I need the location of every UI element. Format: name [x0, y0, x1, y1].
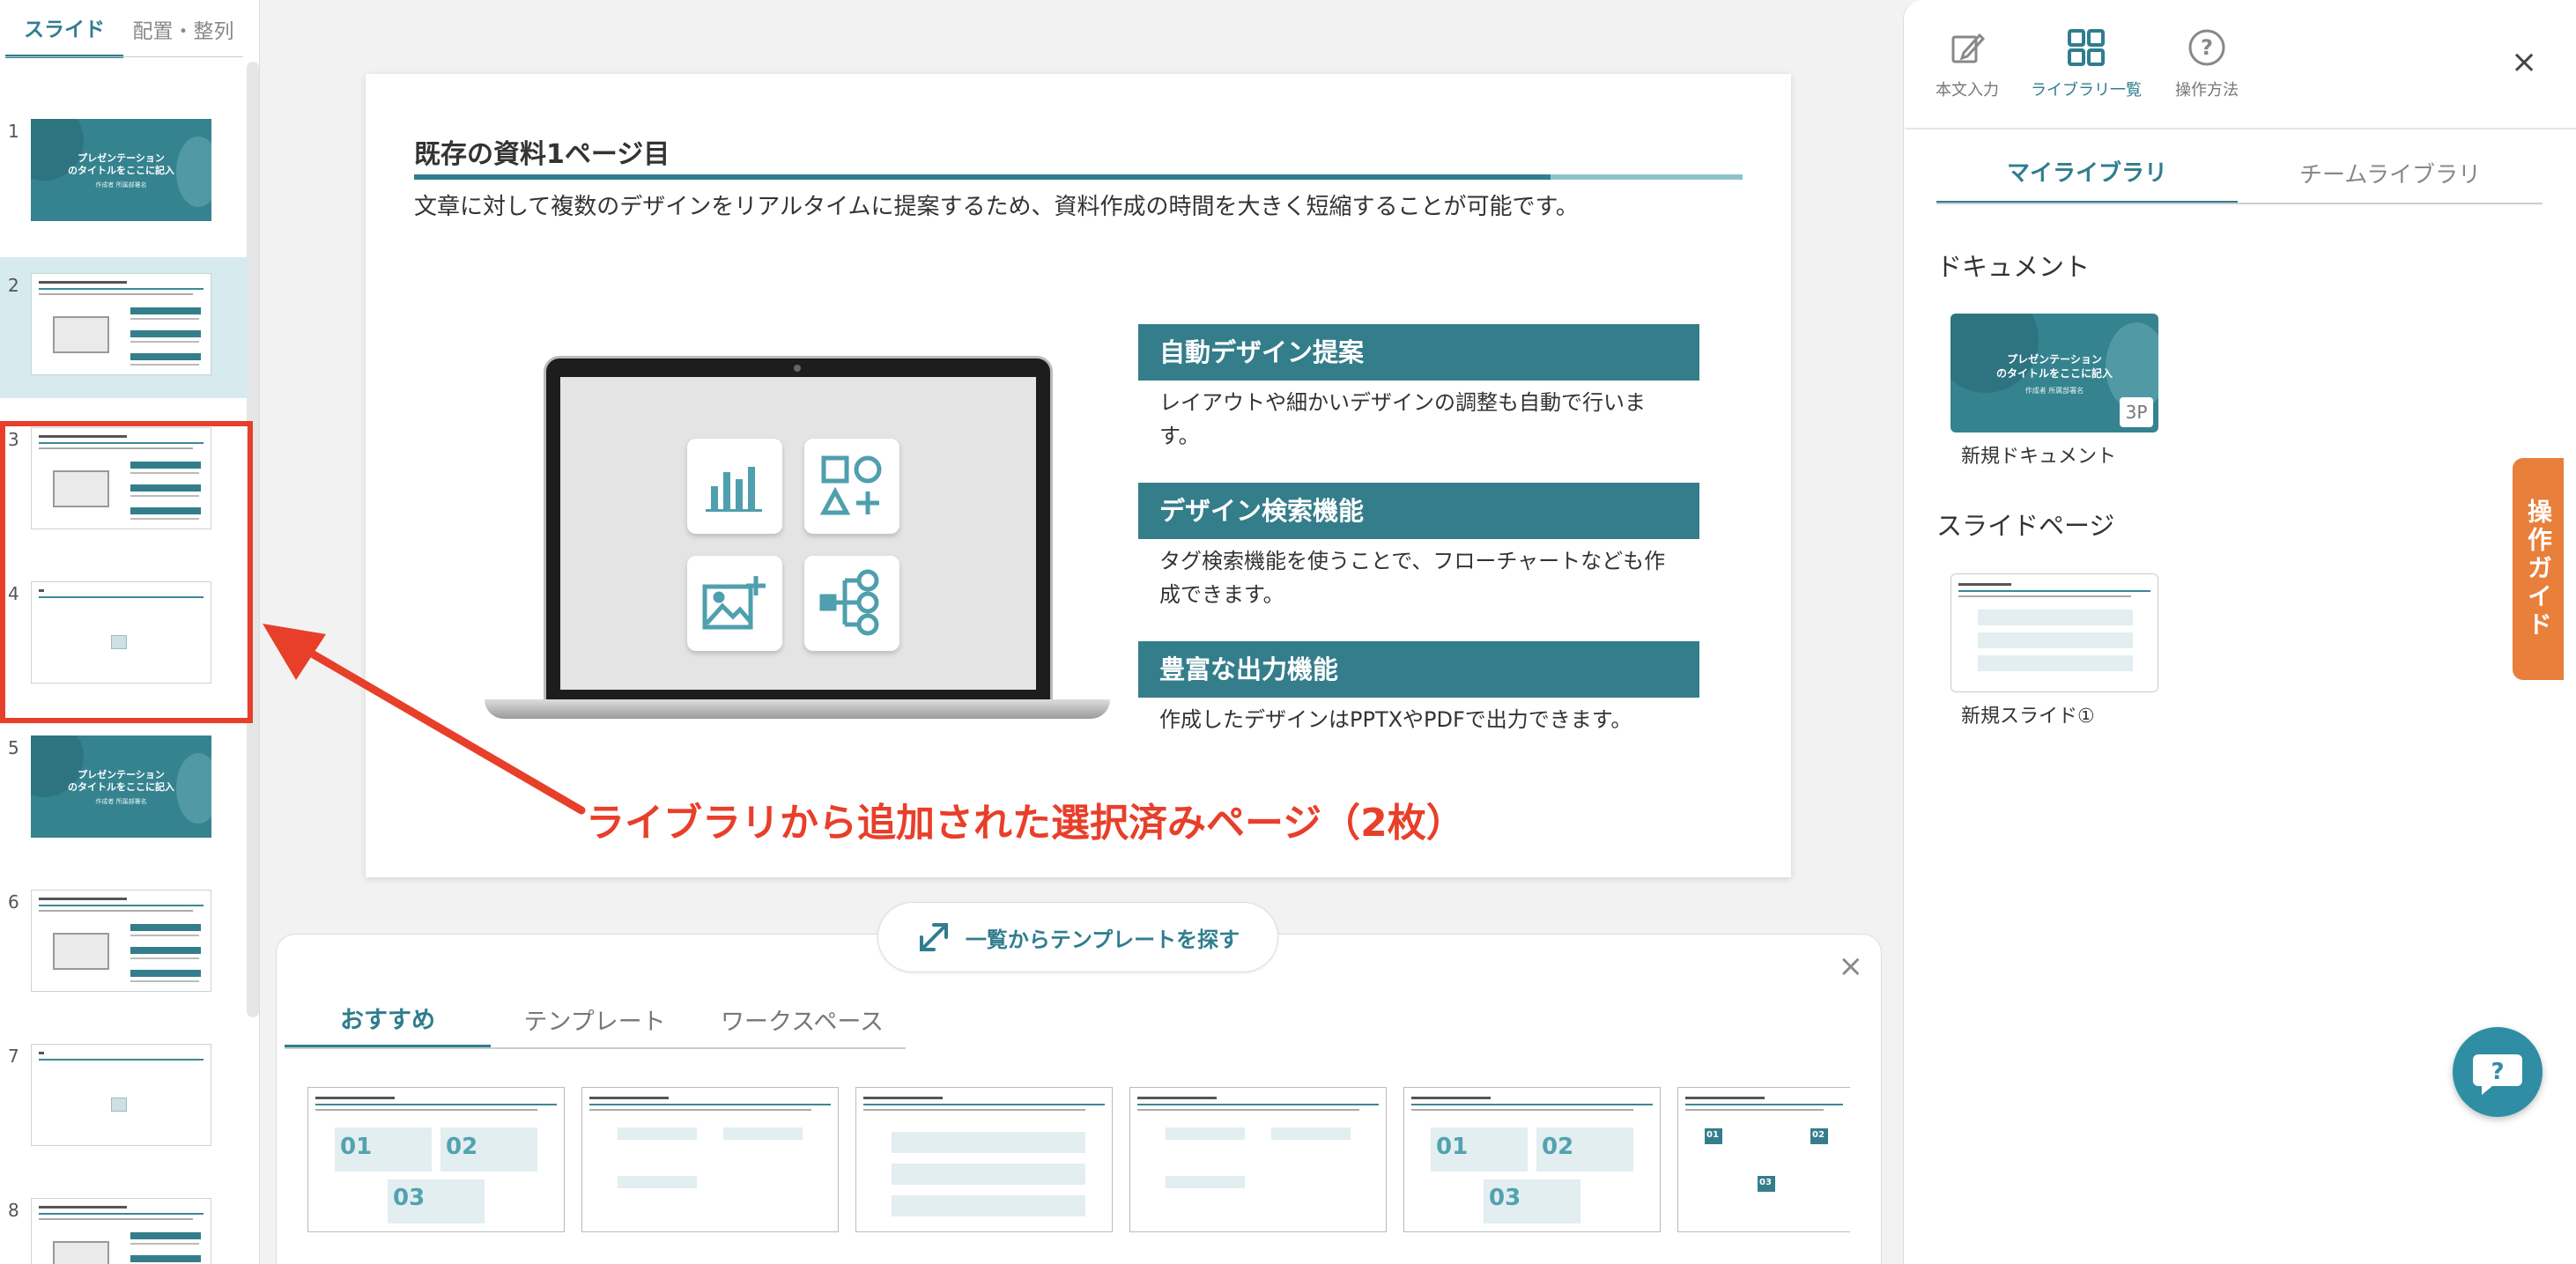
slide-number: 7	[8, 1046, 19, 1067]
template-card-number: 02	[1812, 1130, 1825, 1140]
template-card-number: 01	[340, 1134, 373, 1160]
tab-arrange[interactable]: 配置・整列	[123, 0, 243, 58]
document-card-title: プレゼンテーション のタイトルをここに記入	[1995, 353, 2113, 380]
tab-slides[interactable]: スライド	[5, 0, 123, 58]
tab-templates[interactable]: テンプレート	[491, 991, 699, 1048]
slide-thumbnail[interactable]	[31, 890, 211, 992]
template-card-number: 02	[446, 1134, 478, 1160]
text-input-label: 本文入力	[1936, 81, 1999, 100]
library-list-label: ライブラリ一覧	[2031, 81, 2142, 100]
tab-team-library[interactable]: チームライブラリ	[2238, 141, 2543, 204]
how-to-label: 操作方法	[2175, 81, 2239, 100]
template-card-number: 03	[1489, 1185, 1521, 1211]
slide-page-card[interactable]	[1951, 573, 2158, 692]
how-to-button[interactable]: ? 操作方法	[2150, 26, 2264, 106]
tab-workspace[interactable]: ワークスペース	[699, 991, 906, 1048]
annotation-arrow	[263, 624, 586, 815]
close-icon[interactable]: ×	[1839, 949, 1864, 984]
shapes-icon	[804, 439, 899, 534]
thumbnail-subtitle: 作成者 所属部署名	[95, 181, 147, 188]
slide-page-card-label[interactable]: 新規スライド①	[1961, 700, 2095, 728]
slide-lead-text[interactable]: 文章に対して複数のデザインをリアルタイムに提案するため、資料作成の時間を大きく短…	[414, 188, 1579, 221]
thumbnail-title: プレゼンテーション のタイトルをここに記入	[68, 152, 174, 176]
feature-body-3[interactable]: 作成したデザインはPPTXやPDFで出力できます。	[1138, 703, 1699, 736]
thumbnail-subtitle: 作成者 所属部署名	[95, 798, 147, 805]
slide-thumbnail[interactable]	[31, 1198, 211, 1264]
flowchart-icon	[804, 556, 899, 651]
page-count-badge: 3P	[2120, 397, 2153, 427]
find-template-label: 一覧からテンプレートを探す	[965, 927, 1240, 952]
selected-pages-highlight	[0, 421, 253, 723]
feature-body-1[interactable]: レイアウトや細かいデザインの調整も自動で行います。	[1138, 386, 1699, 453]
laptop-camera	[794, 365, 801, 372]
tab-my-library[interactable]: マイライブラリ	[1936, 141, 2238, 204]
document-card-label[interactable]: 新規ドキュメント	[1961, 440, 2116, 469]
template-card-number: 02	[1542, 1134, 1574, 1160]
slide-thumbnail-row[interactable]: 7	[0, 1028, 248, 1169]
slide-thumbnail[interactable]: プレゼンテーション のタイトルをここに記入作成者 所属部署名	[31, 735, 211, 838]
slide-thumbnail-row[interactable]: 6	[0, 874, 248, 1015]
slide-thumbnail-row[interactable]: 1 プレゼンテーション のタイトルをここに記入作成者 所属部署名	[0, 103, 248, 244]
chat-help-icon: ?	[2473, 1054, 2522, 1095]
document-card-subtitle: 作成者 所属部署名	[2025, 387, 2084, 395]
slide-pages-heading: スライドページ	[1936, 511, 2115, 541]
add-image-icon	[687, 556, 782, 651]
svg-text:?: ?	[2201, 35, 2213, 60]
slide-number: 2	[8, 275, 19, 296]
slide-number: 8	[8, 1200, 19, 1221]
tabs-divider	[5, 56, 243, 57]
slide-thumbnail-row[interactable]: 2	[0, 257, 248, 398]
slide-thumbnail[interactable]	[31, 273, 211, 375]
template-card-number: 03	[1759, 1178, 1772, 1187]
slide-number: 5	[8, 737, 19, 758]
slide-thumbnail-row[interactable]: 5 プレゼンテーション のタイトルをここに記入作成者 所属部署名	[0, 720, 248, 861]
title-underline-accent	[1551, 174, 1743, 180]
thumbnail-title: プレゼンテーション のタイトルをここに記入	[68, 769, 174, 793]
grid-icon	[2068, 29, 2105, 66]
operation-guide-tab[interactable]: 操作ガイド	[2513, 458, 2564, 680]
slide-number: 1	[8, 121, 19, 142]
template-card-number: 01	[1706, 1130, 1719, 1140]
feature-heading-3[interactable]: 豊富な出力機能	[1138, 641, 1699, 698]
library-list-button[interactable]: ライブラリ一覧	[2029, 26, 2143, 106]
find-template-button[interactable]: 一覧からテンプレートを探す	[877, 902, 1278, 972]
expand-icon	[919, 923, 948, 951]
help-icon: ?	[2188, 29, 2225, 66]
edit-icon	[1951, 33, 1986, 63]
title-underline	[414, 174, 1743, 180]
annotation-label: ライブラリから追加された選択済みページ（2枚）	[586, 801, 1465, 846]
close-icon[interactable]: ×	[2511, 44, 2537, 80]
slide-thumbnail[interactable]	[31, 1044, 211, 1146]
text-input-button[interactable]: 本文入力	[1910, 26, 2025, 106]
slide-number: 6	[8, 891, 19, 913]
chat-support-button[interactable]: ?	[2453, 1027, 2543, 1117]
slide-thumbnail-row[interactable]: 8	[0, 1182, 248, 1264]
tab-recommended[interactable]: おすすめ	[285, 991, 491, 1048]
library-tabs-divider	[1936, 203, 2543, 204]
slide-title[interactable]: 既存の資料1ページ目	[414, 132, 670, 171]
template-card[interactable]	[581, 1087, 839, 1232]
template-card[interactable]	[855, 1087, 1113, 1232]
panel-divider	[1905, 128, 2576, 129]
feature-body-2[interactable]: タグ検索機能を使うことで、フローチャートなども作成できます。	[1138, 544, 1699, 611]
template-card[interactable]: 01 02 03	[1677, 1087, 1850, 1232]
bar-chart-icon	[687, 439, 782, 534]
template-card-number: 01	[1436, 1134, 1469, 1160]
document-card[interactable]: プレゼンテーション のタイトルをここに記入 作成者 所属部署名 3P	[1951, 314, 2158, 432]
bottom-tabs-divider	[285, 1047, 906, 1049]
template-card[interactable]: 01 02 03	[1403, 1087, 1661, 1232]
feature-heading-2[interactable]: デザイン検索機能	[1138, 483, 1699, 539]
documents-heading: ドキュメント	[1936, 252, 2091, 282]
template-card-number: 03	[393, 1185, 426, 1211]
feature-heading-1[interactable]: 自動デザイン提案	[1138, 324, 1699, 381]
slide-thumbnail[interactable]: プレゼンテーション のタイトルをここに記入作成者 所属部署名	[31, 119, 211, 221]
template-card[interactable]: 01 02 03	[307, 1087, 565, 1232]
template-card[interactable]	[1129, 1087, 1387, 1232]
svg-text:?: ?	[2491, 1059, 2504, 1085]
laptop-screen	[560, 377, 1036, 690]
guide-label: 操作ガイド	[2524, 499, 2553, 639]
